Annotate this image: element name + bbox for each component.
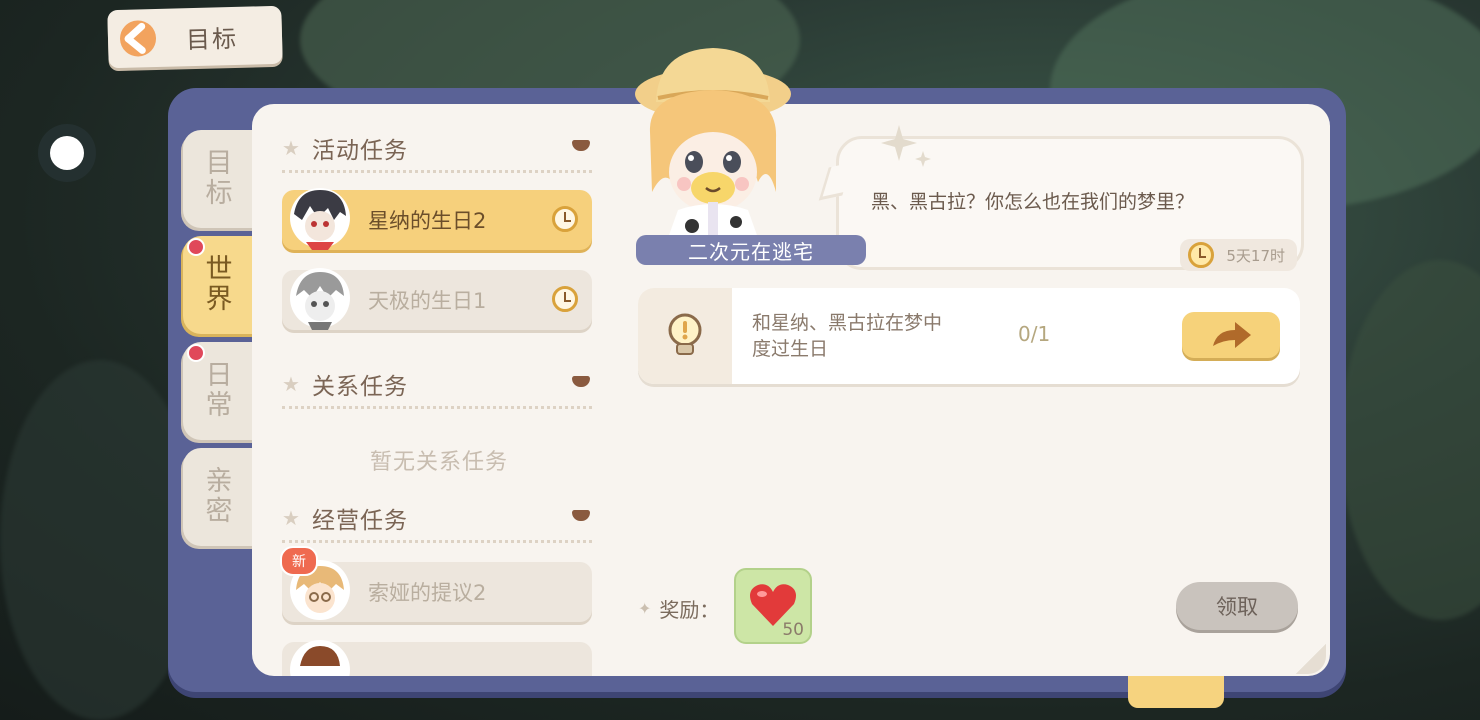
reward-label: ✦ 奖励：: [638, 594, 719, 623]
section-title: 关系任务: [311, 374, 408, 400]
sparkle-icon: [881, 125, 931, 167]
speaker-name-tag: 二次元在逃宅: [636, 235, 866, 265]
arrow-right-icon: [1213, 322, 1251, 348]
task-item-partial[interactable]: [282, 640, 592, 676]
section-title: 经营任务: [311, 508, 408, 534]
objective-card: 和星纳、黑古拉在梦中度过生日 0/1: [638, 288, 1300, 384]
reward-item[interactable]: 50: [734, 568, 812, 644]
collapse-icon[interactable]: [572, 140, 590, 151]
section-activity: ★ 活动任务: [282, 126, 592, 173]
objective-description: 和星纳、黑古拉在梦中度过生日: [752, 312, 943, 360]
back-label: 目标: [185, 24, 239, 54]
section-title: 活动任务: [311, 138, 408, 164]
avatar: [288, 184, 352, 252]
task-label: 星纳的生日2: [368, 209, 487, 233]
task-list[interactable]: ★ 活动任务 星纳的生日2 天极的生日1 ★ 关系任务 暂无关系任务 ★ 经营任…: [252, 104, 612, 676]
dialog-bubble: 黑、黑古拉？你怎么也在我们的梦里？ 5天17时: [818, 125, 1304, 271]
objective-progress: 0/1: [1018, 322, 1051, 346]
character-portrait: [628, 42, 798, 238]
tab-world[interactable]: 世界: [183, 236, 255, 334]
time-left: 5天17时: [1180, 239, 1297, 271]
section-business: ★ 经营任务: [282, 496, 592, 543]
back-button[interactable]: 目标: [107, 5, 283, 69]
dialog-text: 黑、黑古拉？你怎么也在我们的梦里？: [871, 191, 1195, 213]
task-label: 天极的生日1: [368, 289, 487, 313]
star-icon: ★: [282, 136, 300, 160]
avatar: [288, 264, 352, 332]
tab-goal[interactable]: 目标: [183, 130, 255, 228]
bottom-bookmark-tab: [1128, 676, 1224, 708]
lightbulb-icon: [638, 288, 732, 384]
notification-dot: [187, 238, 205, 256]
collapse-icon[interactable]: [572, 376, 590, 387]
task-item-xingna-birthday-2[interactable]: 星纳的生日2: [282, 188, 592, 250]
notification-dot: [187, 344, 205, 362]
collapse-icon[interactable]: [572, 510, 590, 521]
reward-label-text: 奖励：: [659, 598, 720, 622]
back-arrow-icon: [115, 16, 160, 61]
tab-daily[interactable]: 日常: [183, 342, 255, 440]
reward-count: 50: [782, 620, 804, 640]
star-icon: ★: [282, 506, 300, 530]
task-item-tianji-birthday-1[interactable]: 天极的生日1: [282, 268, 592, 330]
clock-icon: [552, 286, 578, 312]
clock-icon: [552, 206, 578, 232]
claim-button[interactable]: 领取: [1176, 582, 1298, 630]
tab-intimacy[interactable]: 亲密: [183, 448, 255, 546]
task-item-suoya-proposal-2[interactable]: 新 索娅的提议2: [280, 546, 592, 622]
section-relation: ★ 关系任务: [282, 362, 592, 409]
time-left-text: 5天17时: [1226, 246, 1285, 265]
star-icon: ★: [282, 372, 300, 396]
empty-relation-note: 暂无关系任务: [370, 450, 509, 475]
clock-icon: [1188, 242, 1215, 268]
menu-dot-button[interactable]: [38, 124, 96, 182]
task-label: 索娅的提议2: [368, 581, 487, 605]
go-button[interactable]: [1182, 312, 1280, 358]
background-foliage: [1340, 260, 1480, 620]
new-badge: 新: [280, 546, 318, 576]
avatar: [288, 636, 352, 676]
sparkle-icon: ✦: [638, 599, 652, 618]
